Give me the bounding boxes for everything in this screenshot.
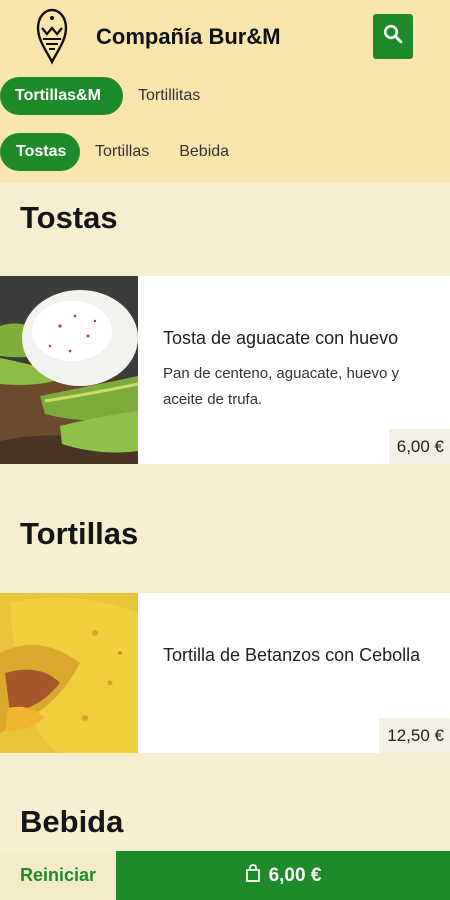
product-card-tosta-aguacate[interactable]: Tosta de aguacate con huevo Pan de cente… — [0, 276, 450, 464]
eagle-logo-icon — [30, 6, 74, 66]
product-card-tortilla-betanzos[interactable]: Tortilla de Betanzos con Cebolla 12,50 € — [0, 593, 450, 753]
product-name: Tortilla de Betanzos con Cebolla — [163, 645, 421, 665]
bottom-bar: Reiniciar 6,00 € — [0, 851, 450, 900]
tab-tortillas-m[interactable]: Tortillas&M — [0, 77, 123, 115]
tab-tortillas[interactable]: Tortillas — [80, 133, 164, 171]
brand-title: Compañía Bur&M — [96, 24, 281, 49]
cart-total: 6,00 € — [268, 864, 322, 886]
product-description: Pan de centeno, aguacate, huevo y aceite… — [163, 365, 400, 408]
tab-tostas[interactable]: Tostas — [0, 133, 80, 171]
section-title-tortillas: Tortillas — [20, 516, 139, 551]
product-price: 12,50 € — [379, 718, 450, 753]
category-tabs: Tostas Tortillas Bebida — [0, 133, 244, 171]
search-icon — [383, 24, 403, 49]
search-button[interactable] — [373, 14, 413, 59]
product-price: 6,00 € — [388, 429, 450, 464]
section-title-tostas: Tostas — [20, 200, 118, 235]
primary-tabs: Tortillas&M Tortillitas — [0, 77, 215, 115]
app-header: Compañía Bur&M Tortillas&M Tortillitas T… — [0, 0, 450, 183]
product-image-tosta — [0, 276, 138, 464]
product-name: Tosta de aguacate con huevo — [163, 328, 399, 348]
section-title-bebida: Bebida — [20, 804, 124, 839]
shopping-bag-icon — [245, 863, 261, 888]
cart-button[interactable]: 6,00 € — [116, 851, 450, 900]
reset-button[interactable]: Reiniciar — [0, 851, 116, 900]
product-image-tortilla — [0, 593, 138, 753]
tab-bebida[interactable]: Bebida — [164, 133, 244, 171]
tab-tortillitas[interactable]: Tortillitas — [123, 77, 215, 115]
